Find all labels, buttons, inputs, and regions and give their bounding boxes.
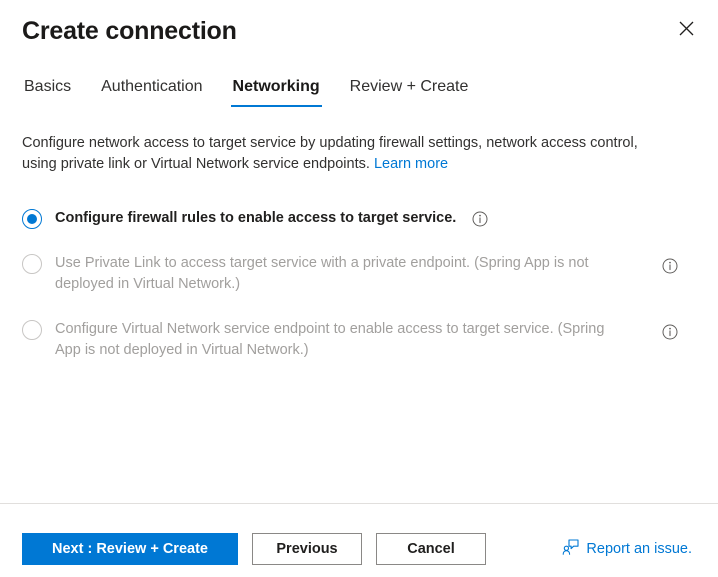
network-access-option-group: Configure firewall rules to enable acces… [22, 208, 696, 361]
page-title: Create connection [22, 17, 237, 45]
previous-button[interactable]: Previous [252, 533, 362, 565]
dialog-footer: Next : Review + Create Previous Cancel R… [0, 503, 718, 577]
learn-more-link[interactable]: Learn more [374, 156, 448, 172]
info-icon[interactable] [472, 211, 488, 227]
tab-authentication[interactable]: Authentication [99, 74, 204, 107]
option-private-link: Use Private Link to access target servic… [22, 253, 696, 295]
option-label-firewall-rules: Configure firewall rules to enable acces… [55, 210, 457, 226]
option-firewall-rules[interactable]: Configure firewall rules to enable acces… [22, 208, 696, 229]
radio-firewall-rules[interactable] [22, 209, 42, 229]
dialog-header: Create connection [0, 0, 718, 48]
radio-vnet-service-endpoint [22, 320, 42, 340]
tab-networking[interactable]: Networking [230, 74, 322, 107]
feedback-person-icon [562, 539, 579, 559]
option-vnet-service-endpoint: Configure Virtual Network service endpoi… [22, 319, 696, 361]
option-label-vnet-service-endpoint: Configure Virtual Network service endpoi… [55, 321, 605, 358]
cancel-button[interactable]: Cancel [376, 533, 486, 565]
intro-description: Configure network access to target servi… [22, 135, 638, 172]
tab-review-create[interactable]: Review + Create [348, 74, 471, 107]
wizard-tabs: Basics Authentication Networking Review … [0, 74, 718, 107]
tab-basics[interactable]: Basics [22, 74, 73, 107]
create-connection-dialog: Create connection Basics Authentication … [0, 0, 718, 577]
close-icon[interactable] [670, 12, 702, 44]
option-label-private-link: Use Private Link to access target servic… [55, 255, 589, 292]
next-review-create-button[interactable]: Next : Review + Create [22, 533, 238, 565]
info-icon[interactable] [662, 324, 678, 340]
report-an-issue-link[interactable]: Report an issue. [562, 539, 696, 559]
radio-private-link [22, 254, 42, 274]
info-icon[interactable] [662, 258, 678, 274]
intro-text: Configure network access to target servi… [22, 133, 662, 175]
radio-selected-dot [27, 214, 37, 224]
dialog-body: Configure network access to target servi… [0, 107, 718, 503]
report-an-issue-label: Report an issue. [586, 541, 692, 557]
